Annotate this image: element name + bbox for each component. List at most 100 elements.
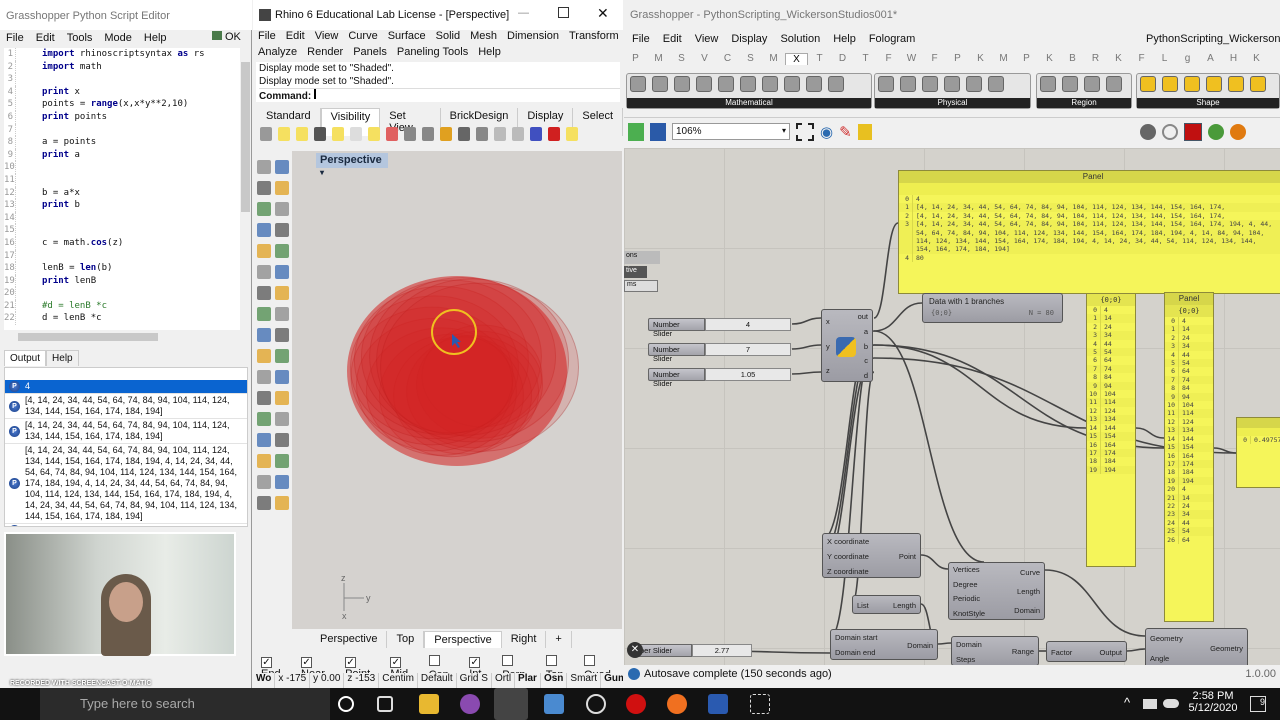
- output-param[interactable]: b: [864, 342, 868, 351]
- zoom-extents-icon[interactable]: [796, 122, 814, 141]
- partial-node[interactable]: ons: [624, 251, 660, 264]
- output-param[interactable]: Length: [1017, 587, 1040, 596]
- component-icon[interactable]: [900, 76, 916, 92]
- add-viewport-icon[interactable]: +: [546, 631, 572, 648]
- toolbox-tool-icon[interactable]: [257, 307, 271, 321]
- menu-edit[interactable]: Edit: [30, 30, 61, 48]
- menu-view[interactable]: View: [310, 30, 344, 42]
- toolbox-tool-icon[interactable]: [275, 433, 289, 447]
- component-tab[interactable]: V: [693, 53, 716, 65]
- component-tab[interactable]: D: [831, 53, 854, 65]
- gh-canvas[interactable]: ons tive ms Panel 0 4 1 [4, 14, 24, 34, 44,…: [624, 148, 1280, 665]
- small-panel[interactable]: 0 0.49757: [1236, 417, 1280, 488]
- input-param[interactable]: Domain end: [835, 648, 875, 657]
- input-param[interactable]: Angle: [1150, 654, 1169, 663]
- python-script-component[interactable]: x y z out a b c d: [821, 309, 873, 382]
- menu-render[interactable]: Render: [302, 46, 348, 58]
- interpolate-component[interactable]: Vertices Degree Periodic KnotStyle Curve Leng…: [948, 562, 1045, 620]
- menu-mode[interactable]: Mode: [98, 30, 138, 48]
- component-tab[interactable]: F: [1130, 53, 1153, 65]
- list-panel[interactable]: {0;0} 0 4 1 14 2 24 3 34 4 44 5 54 6 64 7 74 8 84 9 94 10 104…: [1086, 293, 1136, 567]
- visibility-tool-icon[interactable]: [314, 127, 326, 141]
- viewport-tab-right[interactable]: Right: [502, 631, 547, 648]
- no-preview-icon[interactable]: [1161, 123, 1178, 140]
- toolbox-tool-icon[interactable]: [257, 475, 271, 489]
- status-field[interactable]: Grid S: [457, 673, 492, 688]
- component-icon[interactable]: [652, 76, 668, 92]
- toolbox-tool-icon[interactable]: [275, 265, 289, 279]
- status-field[interactable]: y 0.00: [310, 673, 345, 688]
- component-tab[interactable]: L: [1153, 53, 1176, 65]
- checkbox[interactable]: [502, 655, 514, 666]
- component-tab[interactable]: F: [877, 53, 900, 65]
- component-icon[interactable]: [1140, 76, 1156, 92]
- input-param[interactable]: Domain: [956, 640, 982, 649]
- component-icon[interactable]: [696, 76, 712, 92]
- tab-output[interactable]: Output: [4, 350, 47, 366]
- visibility-tool-icon[interactable]: [386, 127, 398, 141]
- bin-icon[interactable]: [857, 123, 872, 140]
- status-field[interactable]: Osn: [541, 673, 568, 688]
- input-param[interactable]: y: [826, 342, 830, 351]
- component-icon[interactable]: [922, 76, 938, 92]
- output-param[interactable]: d: [864, 371, 868, 380]
- param-viewer[interactable]: Data with 1 branches {0;0} N = 80: [922, 293, 1063, 323]
- component-tab[interactable]: S: [739, 53, 762, 65]
- checkbox[interactable]: ✓: [301, 657, 313, 668]
- visibility-tool-icon[interactable]: [260, 127, 272, 141]
- visibility-tool-icon[interactable]: [512, 127, 524, 141]
- toolbox-tool-icon[interactable]: [275, 244, 289, 258]
- component-tab[interactable]: T: [808, 53, 831, 65]
- checkbox[interactable]: ✓: [345, 657, 357, 668]
- gh-menu-fologram[interactable]: Fologram: [869, 33, 922, 45]
- output-item[interactable]: P [4, 14, 24, 34, 44, 54, 64, 74, 84, 94,…: [5, 394, 247, 419]
- output-param[interactable]: Range: [1012, 647, 1034, 656]
- code-editor[interactable]: 1 import rhinoscriptsyntax as rs 2 import m…: [4, 48, 240, 330]
- number-slider-4[interactable]: ber Slider 2.77: [635, 644, 752, 657]
- component-tab[interactable]: W: [900, 53, 923, 65]
- component-tab[interactable]: C: [716, 53, 739, 65]
- cortana-icon[interactable]: [338, 696, 354, 712]
- input-param[interactable]: Degree: [953, 580, 978, 589]
- status-field[interactable]: z -153: [344, 673, 380, 688]
- gh-menu-display[interactable]: Display: [731, 33, 774, 45]
- component-icon[interactable]: [1250, 76, 1266, 92]
- notifications-icon[interactable]: 9: [1250, 696, 1266, 712]
- menu-curve[interactable]: Curve: [343, 30, 382, 42]
- viewport-tab-perspective[interactable]: Perspective: [311, 631, 388, 648]
- output-param[interactable]: Geometry: [1210, 644, 1243, 653]
- toolbox-tool-icon[interactable]: [275, 454, 289, 468]
- input-param[interactable]: Domain start: [835, 633, 878, 642]
- partial-node[interactable]: ms: [624, 280, 658, 292]
- visibility-tool-icon[interactable]: [566, 127, 578, 141]
- component-icon[interactable]: [944, 76, 960, 92]
- python-icon[interactable]: [544, 694, 564, 714]
- status-field[interactable]: Wo: [253, 673, 276, 688]
- number-slider[interactable]: Number Slider 4: [648, 318, 791, 338]
- wire[interactable]: [1044, 569, 1146, 637]
- output-param[interactable]: Point: [899, 552, 916, 561]
- component-icon[interactable]: [1228, 76, 1244, 92]
- viewport-tab-top[interactable]: Top: [387, 631, 425, 648]
- wire[interactable]: [1135, 427, 1165, 439]
- component-tab[interactable]: H: [1222, 53, 1245, 65]
- checkbox[interactable]: [583, 655, 595, 666]
- render-preview-icon[interactable]: [1229, 123, 1246, 140]
- menu-file[interactable]: File: [253, 30, 281, 42]
- component-icon[interactable]: [762, 76, 778, 92]
- file-explorer-icon[interactable]: [419, 694, 439, 714]
- component-tab[interactable]: K: [1107, 53, 1130, 65]
- component-icon[interactable]: [988, 76, 1004, 92]
- toolbox-tool-icon[interactable]: [257, 496, 271, 510]
- menu-paneling-tools[interactable]: Paneling Tools: [392, 46, 473, 58]
- output-item[interactable]: P [4, 14, 24, 34, 44, 54, 64, 74, 84, 94,…: [5, 419, 247, 444]
- input-param[interactable]: List: [857, 601, 869, 610]
- construct-point-component[interactable]: X coordinate Y coordinate Z coordinate Poin…: [822, 533, 921, 578]
- component-icon[interactable]: [784, 76, 800, 92]
- toolbox-tool-icon[interactable]: [257, 391, 271, 405]
- toolbox-tool-icon[interactable]: [257, 433, 271, 447]
- app-icon[interactable]: [586, 694, 606, 714]
- visibility-tool-icon[interactable]: [548, 127, 560, 141]
- component-tab[interactable]: X: [785, 53, 808, 65]
- visibility-tool-icon[interactable]: [440, 127, 452, 141]
